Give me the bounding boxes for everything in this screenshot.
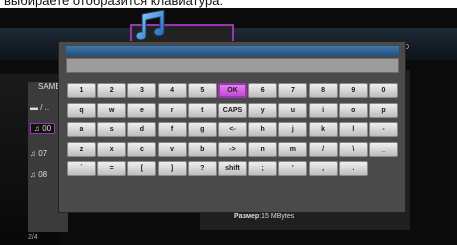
file-row-label: 00 bbox=[42, 124, 52, 133]
music-note-icon: ♫ bbox=[30, 170, 36, 179]
key-f[interactable]: f bbox=[157, 122, 187, 138]
file-row-label: 07 bbox=[38, 149, 48, 158]
key-z[interactable]: z bbox=[67, 141, 96, 157]
key-symbol[interactable]: - bbox=[369, 122, 398, 138]
music-note-icon: ♫ bbox=[30, 149, 36, 158]
key-j[interactable]: j bbox=[278, 122, 308, 138]
key-o[interactable]: o bbox=[338, 102, 368, 118]
key-n[interactable]: n bbox=[248, 141, 278, 157]
key-p[interactable]: p bbox=[369, 102, 398, 118]
dialog-title-bar bbox=[66, 46, 399, 56]
key-symbol[interactable]: ? bbox=[187, 161, 217, 177]
key-h[interactable]: h bbox=[248, 122, 278, 138]
key-8[interactable]: 8 bbox=[308, 83, 338, 98]
key-e[interactable]: e bbox=[127, 102, 157, 118]
file-row-parent[interactable]: ▬ / .. bbox=[30, 103, 49, 112]
file-row[interactable]: ♫ 08 bbox=[30, 170, 47, 179]
key-0[interactable]: 0 bbox=[369, 83, 398, 98]
key-r[interactable]: r bbox=[157, 102, 187, 118]
key-3[interactable]: 3 bbox=[127, 83, 157, 98]
key-4[interactable]: 4 bbox=[157, 83, 187, 98]
key-5[interactable]: 5 bbox=[187, 83, 217, 98]
file-row-selected[interactable]: ♫ 00 bbox=[30, 123, 56, 134]
key-2[interactable]: 2 bbox=[97, 83, 127, 98]
key-t[interactable]: t bbox=[187, 102, 217, 118]
key-symbol[interactable]: . bbox=[338, 161, 368, 177]
file-row[interactable]: ♫ 07 bbox=[30, 149, 47, 158]
file-size-label: Размер bbox=[234, 213, 260, 220]
key-symbol[interactable]: \ bbox=[338, 141, 368, 157]
key-l[interactable]: l bbox=[338, 122, 368, 138]
key-s[interactable]: s bbox=[97, 122, 127, 138]
key-symbol[interactable]: [ bbox=[127, 161, 157, 177]
key-6[interactable]: 6 bbox=[248, 83, 278, 98]
keyboard-grid: 1 2 3 4 5 OK 6 7 8 9 0 q w e r t CAPS y u i o p a s d f g <- h j k l - z x… bbox=[67, 83, 399, 193]
file-row-label: / .. bbox=[40, 103, 50, 112]
key-y[interactable]: y bbox=[248, 102, 278, 118]
key-symbol[interactable]: , bbox=[308, 161, 338, 177]
key-m[interactable]: m bbox=[278, 141, 308, 157]
key-caps[interactable]: CAPS bbox=[218, 102, 247, 118]
music-note-icon bbox=[135, 9, 165, 41]
text-input[interactable] bbox=[66, 58, 399, 73]
key-symbol[interactable]: = bbox=[97, 161, 127, 177]
key-1[interactable]: 1 bbox=[67, 83, 96, 98]
on-screen-keyboard-dialog: 1 2 3 4 5 OK 6 7 8 9 0 q w e r t CAPS y u i o p a s d f g <- h j k l - z x… bbox=[58, 41, 406, 213]
key-symbol[interactable]: / bbox=[308, 141, 338, 157]
key-d[interactable]: d bbox=[127, 122, 157, 138]
key-i[interactable]: i bbox=[308, 102, 338, 118]
key-k[interactable]: k bbox=[308, 122, 338, 138]
file-size-value: :15 MBytes bbox=[259, 213, 295, 220]
key-symbol[interactable]: <- bbox=[218, 122, 247, 138]
key-symbol[interactable]: ; bbox=[248, 161, 278, 177]
key-b[interactable]: b bbox=[187, 141, 217, 157]
music-note-icon: ♫ bbox=[34, 124, 40, 133]
page-indicator: 2/4 bbox=[28, 234, 38, 241]
key-a[interactable]: a bbox=[67, 122, 96, 138]
key-c[interactable]: c bbox=[127, 141, 157, 157]
file-row-label: 08 bbox=[38, 170, 48, 179]
key-v[interactable]: v bbox=[157, 141, 187, 157]
key-shift[interactable]: shift bbox=[218, 161, 247, 177]
key-x[interactable]: x bbox=[97, 141, 127, 157]
key-u[interactable]: u bbox=[278, 102, 308, 118]
key-7[interactable]: 7 bbox=[278, 83, 308, 98]
folder-icon: ▬ bbox=[30, 103, 38, 112]
key-symbol[interactable]: -> bbox=[218, 141, 247, 157]
page-caption: выбираете отобразится клавиатура: bbox=[0, 0, 457, 8]
key-w[interactable]: w bbox=[97, 102, 127, 118]
key-q[interactable]: q bbox=[67, 102, 96, 118]
key-symbol[interactable]: _ bbox=[369, 141, 398, 157]
key-symbol[interactable]: ` bbox=[67, 161, 96, 177]
key-symbol[interactable]: ' bbox=[278, 161, 308, 177]
key-ok[interactable]: OK bbox=[218, 83, 247, 98]
file-size-info: Размер:15 MBytes bbox=[234, 213, 294, 220]
key-symbol[interactable]: ] bbox=[157, 161, 187, 177]
key-9[interactable]: 9 bbox=[338, 83, 368, 98]
key-g[interactable]: g bbox=[187, 122, 217, 138]
